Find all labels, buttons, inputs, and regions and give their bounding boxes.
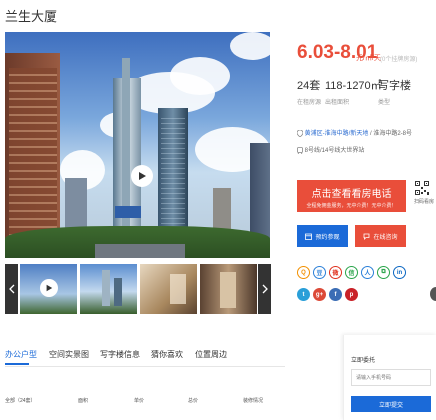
submit-commission-button[interactable]: 立即提交 [351,396,431,412]
chat-icon [364,233,370,240]
metro-info: 8号线/14号线大世界站 [297,145,365,155]
tab-location[interactable]: 位置周边 [195,349,227,360]
location-pin-icon [296,129,304,138]
weibo-share-icon[interactable]: 微 [329,266,342,279]
tab-recommendations[interactable]: 猜你喜欢 [151,349,183,360]
calendar-icon [305,233,313,240]
main-building-photo[interactable] [5,32,270,258]
thumbnail-next-button[interactable] [258,264,271,314]
linkedin-share-icon[interactable]: in [393,266,406,279]
price-unit: 元/㎡/天 [356,55,381,62]
phone-number-input[interactable] [351,369,431,386]
detail-tabs: 办公户型 空间实景图 写字楼信息 猜你喜欢 位置周边 [5,349,285,365]
facebook-share-icon[interactable]: f [329,288,342,301]
stat-property-type: 写字楼 类型 [378,80,411,106]
pinterest-share-icon[interactable]: p [345,288,358,301]
qr-code-icon[interactable] [415,181,429,195]
twitter-share-icon[interactable]: t [297,288,310,301]
thumbnail-strip [5,264,271,314]
renren-share-icon[interactable]: 人 [361,266,374,279]
table-header-total-price: 总价 [188,398,199,404]
google-plus-share-icon[interactable]: g+ [313,288,326,301]
price-note: (0个挂牌房源) [380,57,418,63]
tab-space-photos[interactable]: 空间实景图 [49,349,89,360]
online-consult-button[interactable]: 在线咨询 [355,225,406,247]
active-tab-indicator [5,363,29,365]
thumbnail-video[interactable] [20,264,77,314]
stat-rental-area: 118-1270㎡ 出租面积 [325,80,382,106]
play-icon [139,172,146,180]
tab-building-info[interactable]: 写字楼信息 [100,349,140,360]
floating-side-button[interactable] [430,287,436,301]
chevron-right-icon [262,284,268,294]
table-header-all[interactable]: 全部（24套） [5,397,36,404]
street-address: / 淮海中路2-8号 [370,131,413,137]
table-header-unit-price: 单价 [134,398,145,404]
wechat-share-icon[interactable]: 信 [345,266,358,279]
tab-office-layout[interactable]: 办公户型 [5,349,37,360]
tab-divider [5,366,285,367]
stat-available-units: 24套 在租房源 [297,80,322,106]
thumbnail-play-icon [40,279,58,297]
thumbnail-elevator-hall[interactable] [200,264,257,314]
address: 黄浦区-淮海中路/新天地 / 淮海中路2-8号 [296,128,413,138]
district-link[interactable]: 黄浦区-淮海中路/新天地 [305,131,369,137]
metro-text: 8号线/14号线大世界站 [304,148,365,154]
thumbnail-prev-button[interactable] [5,264,18,314]
thumbnail-lobby[interactable] [140,264,197,314]
play-video-button[interactable] [131,165,153,187]
douban-share-icon[interactable]: 豆 [313,266,326,279]
page-title: 兰生大厦 [5,9,58,24]
qr-label: 扫码看房 [414,199,435,205]
table-header-area: 面积 [78,398,89,404]
commission-title: 立即委托 [351,358,376,364]
table-header-decoration: 装修情况 [243,398,264,404]
metro-icon [297,147,303,155]
thumbnail-exterior[interactable] [80,264,137,314]
view-phone-button[interactable]: 点击查看看房电话 全程免佣金服务，无中介费！无中介费！ [297,180,406,212]
qzone-share-icon[interactable]: Q [297,266,310,279]
chevron-left-icon [8,284,14,294]
copy-link-share-icon[interactable]: ⧉ [377,266,390,279]
book-visit-button[interactable]: 预约参观 [297,225,348,247]
